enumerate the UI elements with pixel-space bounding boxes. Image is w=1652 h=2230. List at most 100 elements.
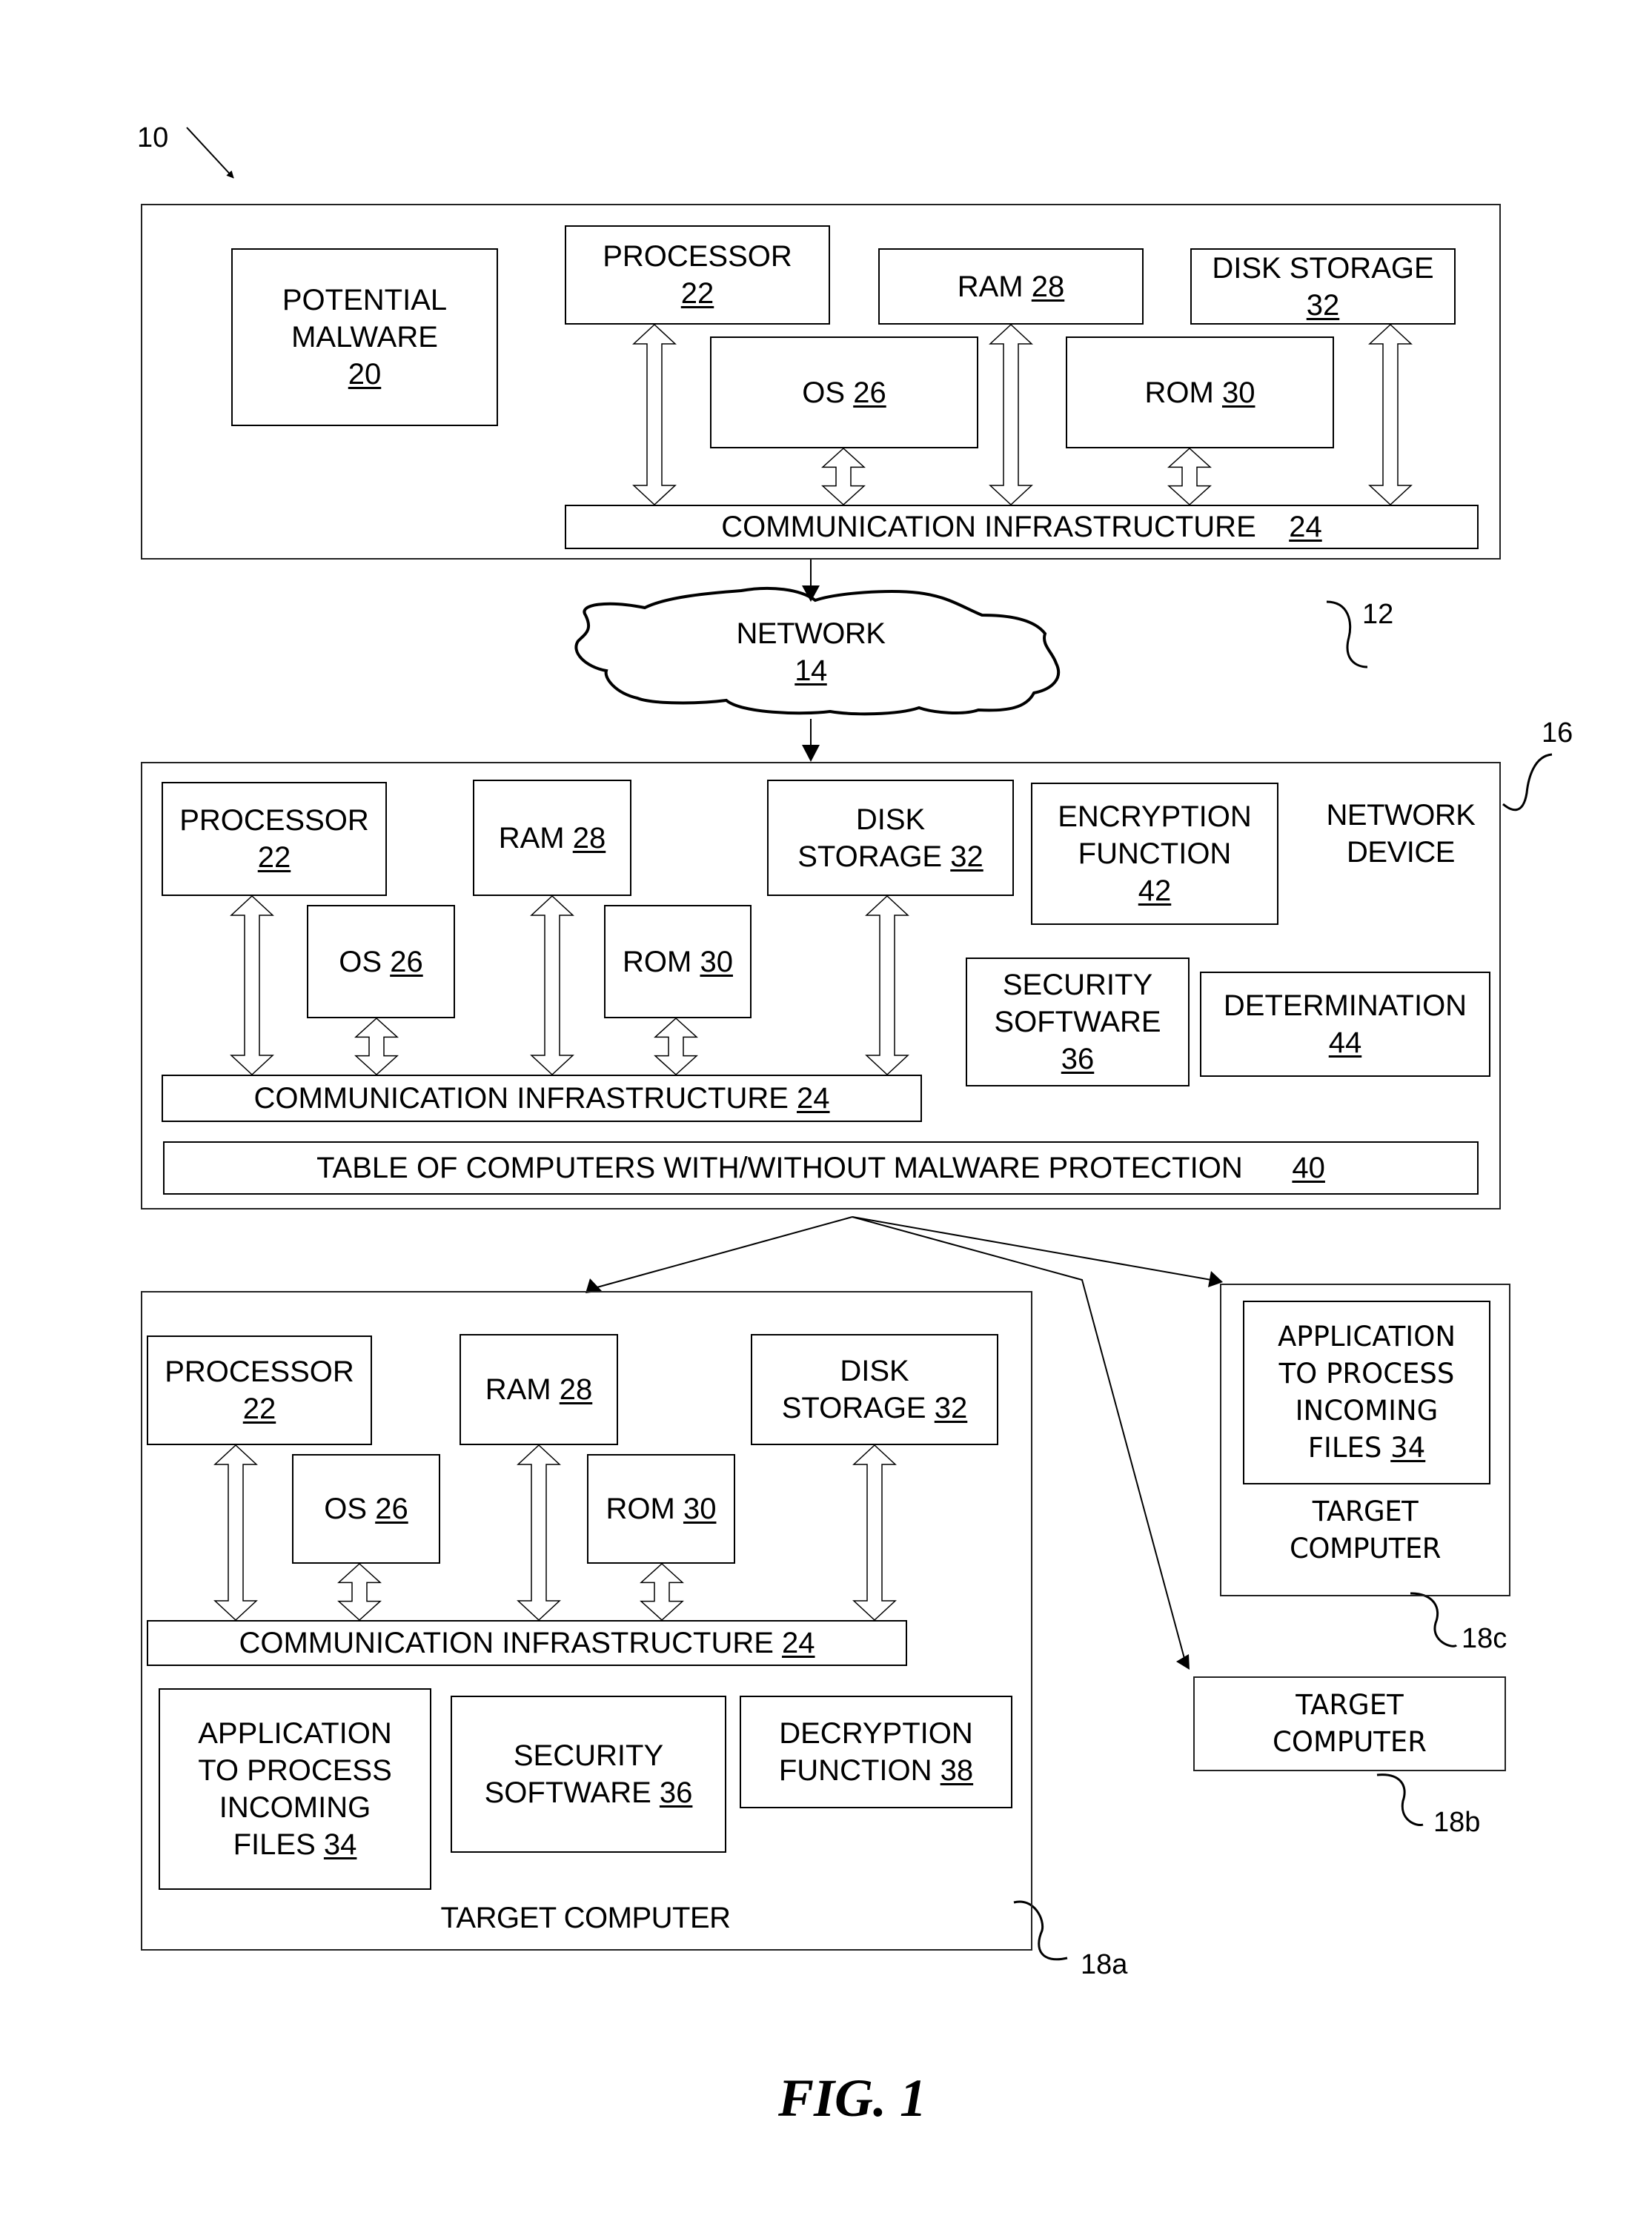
src-rom-box: ROM 30 [1066,336,1334,448]
nd-disk-box: DISK STORAGE 32 [767,780,1014,896]
nd-processor-ref: 22 [257,841,291,874]
src-processor-box: PROCESSOR 22 [565,225,830,325]
malware-label-1: POTENTIAL [282,284,448,316]
src-comm-ref: 24 [1289,511,1322,543]
src-ram-box: RAM 28 [878,248,1144,325]
nd-rom-box: ROM 30 [604,905,752,1018]
ta-processor-label: PROCESSOR [165,1355,354,1388]
src-rom-ref: 30 [1221,376,1255,409]
ref-18c-leader [1410,1592,1458,1647]
nd-disk-label-2: STORAGE [797,840,943,873]
ta-os-label: OS [324,1493,368,1525]
ta-ram-ref: 28 [559,1373,593,1406]
nd-ram-label: RAM [498,821,565,854]
ref-label-10: 10 [137,122,169,153]
nd-encryption-box: ENCRYPTION FUNCTION 42 [1031,783,1278,925]
src-processor-ref: 22 [680,277,714,310]
nd-processor-label: PROCESSOR [179,804,369,837]
tc-app-label-4: FILES [1307,1432,1382,1464]
nd-disk-label-1: DISK [855,803,926,836]
src-disk-ref: 32 [1306,288,1340,322]
tc-app-box: APPLICATION TO PROCESS INCOMING FILES 34 [1243,1301,1490,1484]
nd-os-box: OS 26 [307,905,455,1018]
nd-disk-ref: 32 [950,840,983,873]
nd-determination-ref: 44 [1328,1026,1362,1059]
network-ref: 14 [795,654,827,687]
figure-label: FIG. 1 [778,2068,927,2128]
tc-app-ref: 34 [1390,1432,1426,1464]
network-device-title-2: DEVICE [1347,836,1455,869]
nd-security-label-1: SECURITY [1002,969,1153,1001]
potential-malware-box: POTENTIAL MALWARE 20 [231,248,498,426]
ta-comm-label: COMMUNICATION INFRASTRUCTURE [239,1627,774,1659]
nd-ram-ref: 28 [572,821,606,854]
ref-label-18c: 18c [1462,1623,1507,1654]
target-b-title-2: COMPUTER [1273,1726,1427,1758]
tc-app-label-2: TO PROCESS [1278,1358,1455,1390]
ref-12-leader [1326,600,1368,668]
ta-decryption-label-2: FUNCTION [778,1754,932,1787]
tc-app-label-1: APPLICATION [1277,1321,1456,1353]
ta-decryption-ref: 38 [940,1754,974,1787]
network-text: NETWORK [736,617,886,650]
nd-os-ref: 26 [390,945,423,978]
nd-processor-box: PROCESSOR 22 [162,782,387,896]
src-os-label: OS [802,376,846,409]
target-c-title: TARGET COMPUTER [1220,1490,1510,1571]
target-a-title: TARGET COMPUTER [296,1899,875,1937]
ta-processor-ref: 22 [242,1393,276,1425]
ta-rom-box: ROM 30 [587,1454,735,1564]
nd-table-box: TABLE OF COMPUTERS WITH/WITHOUT MALWARE … [163,1141,1479,1195]
nd-comm-box: COMMUNICATION INFRASTRUCTURE 24 [162,1075,922,1122]
ta-comm-box: COMMUNICATION INFRASTRUCTURE 24 [147,1620,907,1666]
nd-comm-ref: 24 [797,1082,830,1115]
src-ram-ref: 28 [1031,270,1065,303]
nd-rom-ref: 30 [700,945,733,978]
ta-rom-label: ROM [606,1493,675,1525]
target-c-title-1: TARGET [1312,1496,1419,1527]
ref-label-18a: 18a [1081,1949,1128,1980]
ta-decryption-box: DECRYPTION FUNCTION 38 [740,1696,1012,1808]
nd-security-ref: 36 [1061,1043,1095,1075]
nd-rom-label: ROM [623,945,692,978]
nd-encryption-label-2: FUNCTION [1078,837,1232,870]
ta-security-ref: 36 [659,1776,693,1809]
ta-ram-label: RAM [485,1373,551,1406]
nd-encryption-label-1: ENCRYPTION [1058,800,1252,833]
nd-security-label-2: SOFTWARE [994,1006,1161,1038]
nd-ram-box: RAM 28 [473,780,631,896]
ta-decryption-label-1: DECRYPTION [779,1717,973,1750]
src-os-ref: 26 [853,376,886,409]
ta-disk-label-2: STORAGE [781,1392,926,1424]
target-b-title-1: TARGET [1296,1689,1404,1721]
malware-ref: 20 [348,358,382,391]
src-disk-label: DISK STORAGE [1212,251,1434,285]
src-ram-label: RAM [957,270,1024,303]
ta-disk-ref: 32 [934,1392,968,1424]
ta-rom-ref: 30 [683,1493,717,1525]
ta-app-label-4: FILES [233,1828,316,1861]
nd-os-label: OS [339,945,382,978]
ref-10-pointer [186,127,234,179]
nd-determination-label: DETERMINATION [1223,989,1467,1022]
ta-comm-ref: 24 [782,1627,815,1659]
ta-app-label-1: APPLICATION [198,1717,392,1750]
ta-os-box: OS 26 [292,1454,440,1564]
ta-disk-label-1: DISK [840,1355,909,1387]
network-device-title: NETWORK DEVICE [1304,797,1497,871]
ta-app-label-2: TO PROCESS [198,1754,392,1787]
src-disk-box: DISK STORAGE 32 [1190,248,1456,325]
nd-comm-label: COMMUNICATION INFRASTRUCTURE [253,1082,789,1115]
ta-ram-box: RAM 28 [460,1334,618,1445]
ta-security-label-2: SOFTWARE [484,1776,651,1809]
target-a-title-text: TARGET COMPUTER [440,1902,731,1934]
ta-security-label-1: SECURITY [513,1739,664,1772]
ref-label-16: 16 [1542,717,1573,749]
ref-18b-leader [1376,1773,1424,1827]
network-device-title-1: NETWORK [1326,799,1476,832]
ta-app-label-3: INCOMING [219,1791,371,1824]
nd-determination-box: DETERMINATION 44 [1200,972,1490,1077]
src-comm-label: COMMUNICATION INFRASTRUCTURE [721,511,1256,543]
ta-processor-box: PROCESSOR 22 [147,1335,372,1445]
nd-table-ref: 40 [1292,1152,1325,1184]
